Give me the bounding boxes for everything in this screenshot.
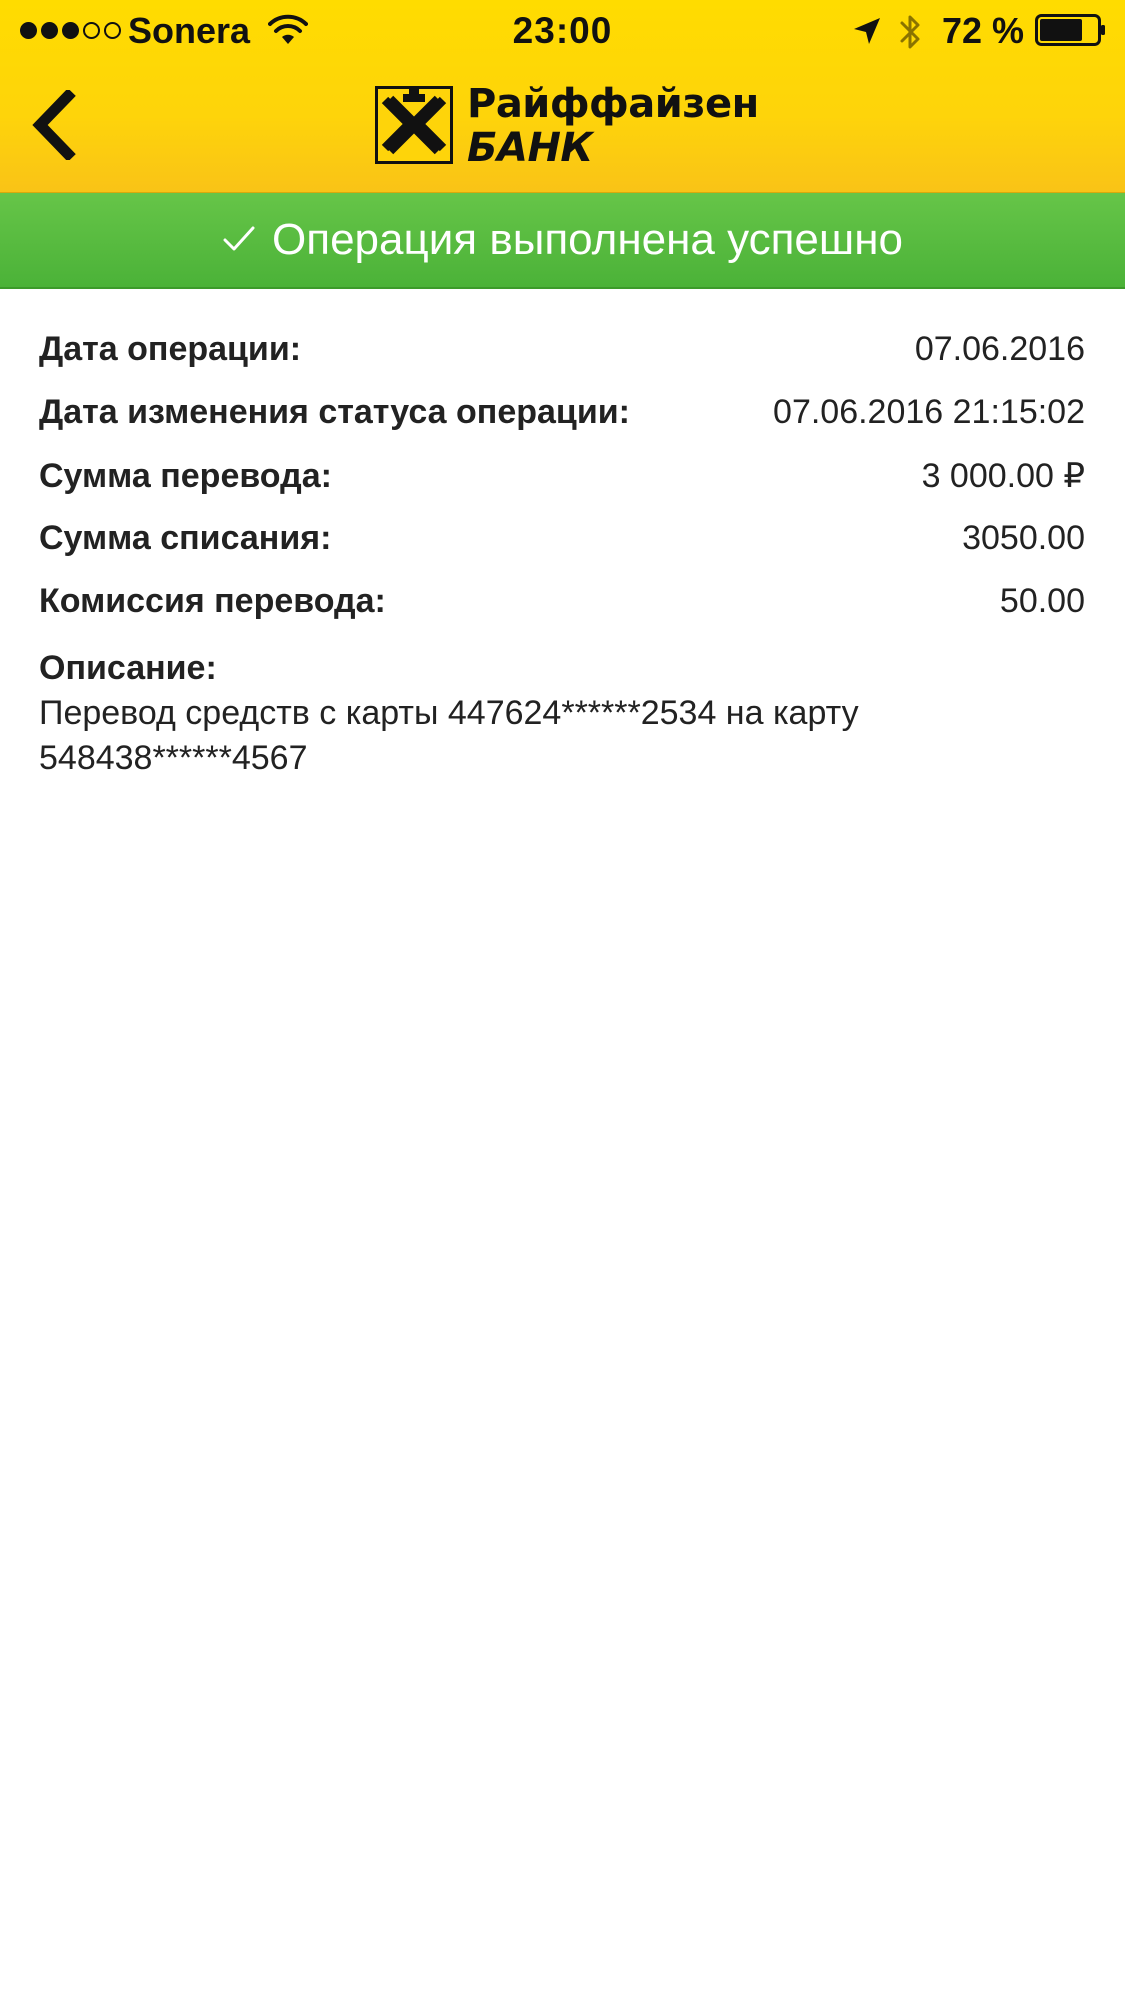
- success-message: Операция выполнена успешно: [272, 215, 903, 264]
- detail-row-transfer-amount: Сумма перевода: 3 000.00 ₽: [39, 456, 1085, 519]
- detail-value: 50.00: [999, 582, 1085, 620]
- navigation-bar: Райффайзен БАНК: [0, 60, 1125, 192]
- detail-row-status-change-date: Дата изменения статуса операции: 07.06.2…: [39, 393, 1085, 456]
- back-button[interactable]: [14, 80, 94, 170]
- bluetooth-icon: [898, 12, 924, 57]
- operation-details: Дата операции: 07.06.2016 Дата изменения…: [39, 330, 1085, 781]
- detail-label: Дата операции:: [39, 330, 302, 368]
- raiffeisen-crossed-gables-icon: [375, 86, 453, 164]
- detail-row-operation-date: Дата операции: 07.06.2016: [39, 330, 1085, 393]
- battery-percentage: 72 %: [942, 10, 1025, 51]
- description-text: Перевод средств с карты 447624******2534…: [39, 694, 859, 777]
- location-arrow-icon: [852, 16, 882, 51]
- logo-brand-name: Райффайзен: [467, 81, 759, 127]
- detail-label: Сумма списания:: [39, 519, 332, 557]
- detail-value: 07.06.2016: [914, 330, 1085, 368]
- detail-value: 07.06.2016 21:15:02: [773, 393, 1085, 431]
- description-section: Описание: Перевод средств с карты 447624…: [39, 645, 1085, 781]
- logo-bank-word: БАНК: [467, 125, 593, 171]
- raiffeisen-bank-logo: Райффайзен БАНК: [375, 81, 759, 171]
- success-banner: Операция выполнена успешно: [0, 193, 1125, 289]
- status-bar: Sonera 23:00 72 %: [0, 0, 1125, 60]
- detail-value: 3 000.00 ₽: [921, 457, 1085, 495]
- detail-label: Дата изменения статуса операции:: [39, 393, 630, 431]
- app-header: Sonera 23:00 72 % Райффайзен БАНК: [0, 0, 1125, 193]
- checkmark-icon: [222, 224, 256, 259]
- detail-label: Сумма перевода:: [39, 457, 332, 495]
- detail-label: Комиссия перевода:: [39, 582, 386, 620]
- detail-row-commission: Комиссия перевода: 50.00: [39, 582, 1085, 645]
- detail-value: 3050.00: [962, 519, 1085, 557]
- description-label: Описание:: [39, 649, 217, 687]
- chevron-left-icon: [32, 90, 76, 160]
- detail-row-debit-amount: Сумма списания: 3050.00: [39, 519, 1085, 582]
- battery-icon: [1035, 14, 1107, 51]
